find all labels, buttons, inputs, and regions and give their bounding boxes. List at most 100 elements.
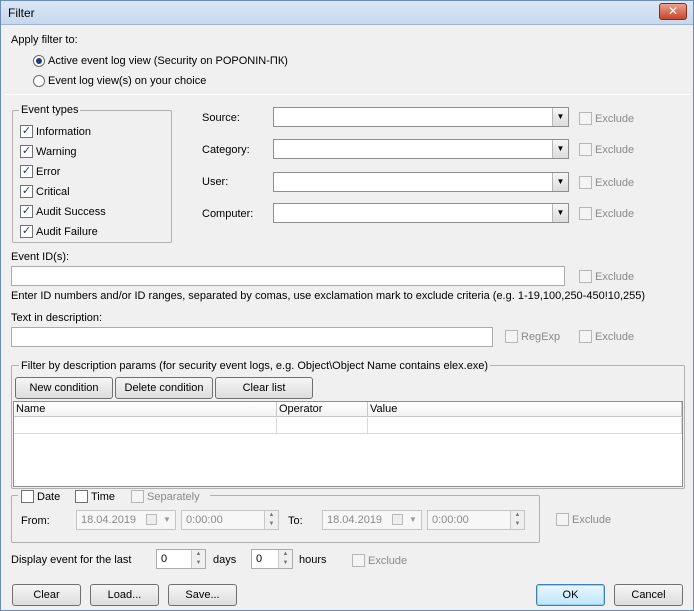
spinner-arrows-icon[interactable]: ▲ ▼ [264, 511, 278, 529]
computer-combo[interactable]: ▼ [273, 203, 569, 223]
category-exclude-checkbox[interactable] [579, 143, 592, 156]
title-bar: Filter ✕ [1, 1, 693, 25]
description-exclude-label: Exclude [595, 331, 635, 343]
spin-up-icon[interactable]: ▲ [283, 551, 289, 557]
calendar-icon [146, 514, 157, 525]
category-combo[interactable]: ▼ [273, 139, 569, 159]
spinner-arrows-icon[interactable]: ▲ ▼ [510, 511, 524, 529]
chevron-down-icon[interactable]: ▼ [552, 204, 568, 222]
ok-button[interactable]: OK [536, 584, 605, 606]
category-exclude-label: Exclude [595, 144, 635, 156]
category-label: Category: [202, 144, 250, 156]
column-header-name[interactable]: Name [14, 402, 277, 417]
time-checkbox[interactable] [75, 490, 88, 503]
computer-exclude-label: Exclude [595, 208, 635, 220]
event-ids-exclude-checkbox[interactable] [579, 270, 592, 283]
separately-checkbox[interactable] [131, 490, 144, 503]
from-time-value: 0:00:00 [186, 514, 223, 526]
computer-label: Computer: [202, 208, 254, 220]
load-button[interactable]: Load... [90, 584, 159, 606]
description-exclude-checkbox[interactable] [579, 330, 592, 343]
critical-label[interactable]: Critical [36, 185, 70, 199]
user-exclude-checkbox[interactable] [579, 176, 592, 189]
chevron-down-icon[interactable]: ▼ [405, 511, 421, 529]
table-row[interactable] [14, 418, 277, 434]
chevron-down-icon[interactable]: ▼ [552, 173, 568, 191]
hours-label: hours [299, 554, 327, 566]
spin-up-icon[interactable]: ▲ [196, 551, 202, 557]
spinner-arrows-icon[interactable]: ▲ ▼ [278, 550, 292, 568]
checkbox-audit-failure[interactable]: ✓ [20, 225, 33, 238]
date-checkbox[interactable] [21, 490, 34, 503]
spinner-arrows-icon[interactable]: ▲ ▼ [191, 550, 205, 568]
date-label[interactable]: Date [37, 490, 60, 504]
time-label[interactable]: Time [91, 490, 115, 504]
description-input[interactable] [11, 327, 493, 347]
error-label[interactable]: Error [36, 165, 60, 179]
datetime-exclude-checkbox[interactable] [556, 513, 569, 526]
spin-down-icon[interactable]: ▼ [269, 521, 275, 527]
params-title: Filter by description params (for securi… [19, 359, 491, 373]
cancel-button[interactable]: Cancel [614, 584, 683, 606]
clear-list-button[interactable]: Clear list [215, 377, 313, 399]
delete-condition-button[interactable]: Delete condition [115, 377, 213, 399]
chevron-down-icon[interactable]: ▼ [159, 511, 175, 529]
computer-exclude-checkbox[interactable] [579, 207, 592, 220]
apply-filter-label: Apply filter to: [11, 34, 78, 46]
hours-spinner[interactable]: 0 ▲ ▼ [251, 549, 293, 569]
checkbox-error[interactable]: ✓ [20, 165, 33, 178]
checkbox-information[interactable]: ✓ [20, 125, 33, 138]
checkbox-critical[interactable]: ✓ [20, 185, 33, 198]
hours-value: 0 [256, 553, 263, 565]
user-combo[interactable]: ▼ [273, 172, 569, 192]
to-time-spinner[interactable]: 0:00:00 ▲ ▼ [427, 510, 525, 530]
chevron-down-icon[interactable]: ▼ [552, 108, 568, 126]
spin-down-icon[interactable]: ▼ [515, 521, 521, 527]
description-label: Text in description: [11, 312, 103, 324]
event-ids-hint: Enter ID numbers and/or ID ranges, separ… [11, 290, 646, 302]
spin-up-icon[interactable]: ▲ [515, 512, 521, 518]
spin-down-icon[interactable]: ▼ [196, 560, 202, 566]
days-spinner[interactable]: 0 ▲ ▼ [156, 549, 206, 569]
warning-label[interactable]: Warning [36, 145, 77, 159]
table-row[interactable] [368, 418, 682, 434]
audit-success-label[interactable]: Audit Success [36, 205, 106, 219]
radio-choice-views[interactable] [33, 75, 45, 87]
clear-button[interactable]: Clear [12, 584, 81, 606]
spin-down-icon[interactable]: ▼ [283, 560, 289, 566]
save-button[interactable]: Save... [168, 584, 237, 606]
close-button[interactable]: ✕ [659, 3, 687, 20]
to-label: To: [288, 515, 303, 527]
checkbox-warning[interactable]: ✓ [20, 145, 33, 158]
spin-up-icon[interactable]: ▲ [269, 512, 275, 518]
column-header-value[interactable]: Value [368, 402, 682, 417]
radio-choice-views-label[interactable]: Event log view(s) on your choice [48, 74, 206, 88]
event-ids-exclude-label: Exclude [595, 271, 635, 283]
last-exclude-label: Exclude [368, 555, 408, 567]
table-row[interactable] [277, 418, 368, 434]
source-exclude-checkbox[interactable] [579, 112, 592, 125]
radio-active-view-label[interactable]: Active event log view (Security on POPON… [48, 54, 288, 68]
regexp-checkbox[interactable] [505, 330, 518, 343]
chevron-down-icon[interactable]: ▼ [552, 140, 568, 158]
last-exclude-checkbox[interactable] [352, 554, 365, 567]
regexp-label: RegExp [521, 331, 561, 343]
from-time-spinner[interactable]: 0:00:00 ▲ ▼ [181, 510, 279, 530]
to-time-value: 0:00:00 [432, 514, 469, 526]
source-exclude-label: Exclude [595, 113, 635, 125]
source-combo[interactable]: ▼ [273, 107, 569, 127]
information-label[interactable]: Information [36, 125, 91, 139]
from-label: From: [21, 515, 50, 527]
new-condition-button[interactable]: New condition [15, 377, 113, 399]
to-date-picker[interactable]: 18.04.2019 ▼ [322, 510, 422, 530]
filter-dialog: Filter ✕ Apply filter to: Active event l… [0, 0, 694, 611]
calendar-icon [392, 514, 403, 525]
from-date-picker[interactable]: 18.04.2019 ▼ [76, 510, 176, 530]
event-ids-label: Event ID(s): [11, 251, 70, 263]
event-ids-input[interactable] [11, 266, 565, 286]
radio-active-view[interactable] [33, 55, 45, 67]
to-date-value: 18.04.2019 [327, 514, 383, 526]
column-header-operator[interactable]: Operator [277, 402, 368, 417]
checkbox-audit-success[interactable]: ✓ [20, 205, 33, 218]
audit-failure-label[interactable]: Audit Failure [36, 225, 98, 239]
